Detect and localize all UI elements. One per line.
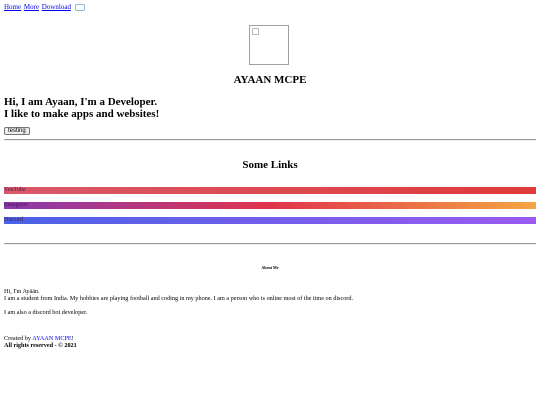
top-nav: Home More Download — [4, 3, 85, 12]
nav-link-download[interactable]: Download — [42, 3, 71, 11]
footer: Created by AYAAN MCPE! All rights reserv… — [4, 335, 77, 349]
site-name: AYAAN MCPE — [233, 74, 307, 86]
broken-image-icon — [252, 28, 259, 35]
nav-link-more[interactable]: More — [24, 3, 39, 11]
about-extra: I am also a discord bot developer. — [4, 309, 88, 316]
intro-line-2: I like to make apps and websites! — [4, 108, 160, 120]
footer-credit: Created by AYAAN MCPE! — [4, 335, 77, 342]
about-section: Hi, I'm Ayään. I am a student from India… — [4, 288, 536, 323]
footer-author-link[interactable]: AYAAN MCPE — [32, 335, 71, 342]
discord-link-button[interactable]: Discord — [4, 217, 536, 224]
divider — [4, 243, 536, 245]
footer-exclaim: ! — [71, 335, 74, 342]
instagram-link-button[interactable]: Instagram — [4, 202, 536, 209]
links-heading: Some Links — [242, 159, 298, 171]
about-bio: I am a student from India. My hobbies ar… — [4, 295, 354, 302]
footer-rights: All rights reserved - © 2021 — [4, 342, 77, 349]
about-heading: About Me — [261, 265, 279, 270]
youtube-link-button[interactable]: YouTube — [4, 187, 536, 194]
footer-created-by: Created by — [4, 335, 33, 342]
intro-line-1: Hi, I am Ayaan, I'm a Developer. — [4, 96, 158, 108]
nav-link-home[interactable]: Home — [4, 3, 21, 11]
intro-heading: Hi, I am Ayaan, I'm a Developer. I like … — [4, 96, 159, 120]
testing-button[interactable]: testing — [4, 127, 30, 135]
external-link-icon[interactable] — [74, 3, 85, 11]
avatar — [249, 25, 289, 65]
divider — [4, 139, 536, 141]
about-greeting: Hi, I'm Ayään. — [4, 288, 40, 295]
